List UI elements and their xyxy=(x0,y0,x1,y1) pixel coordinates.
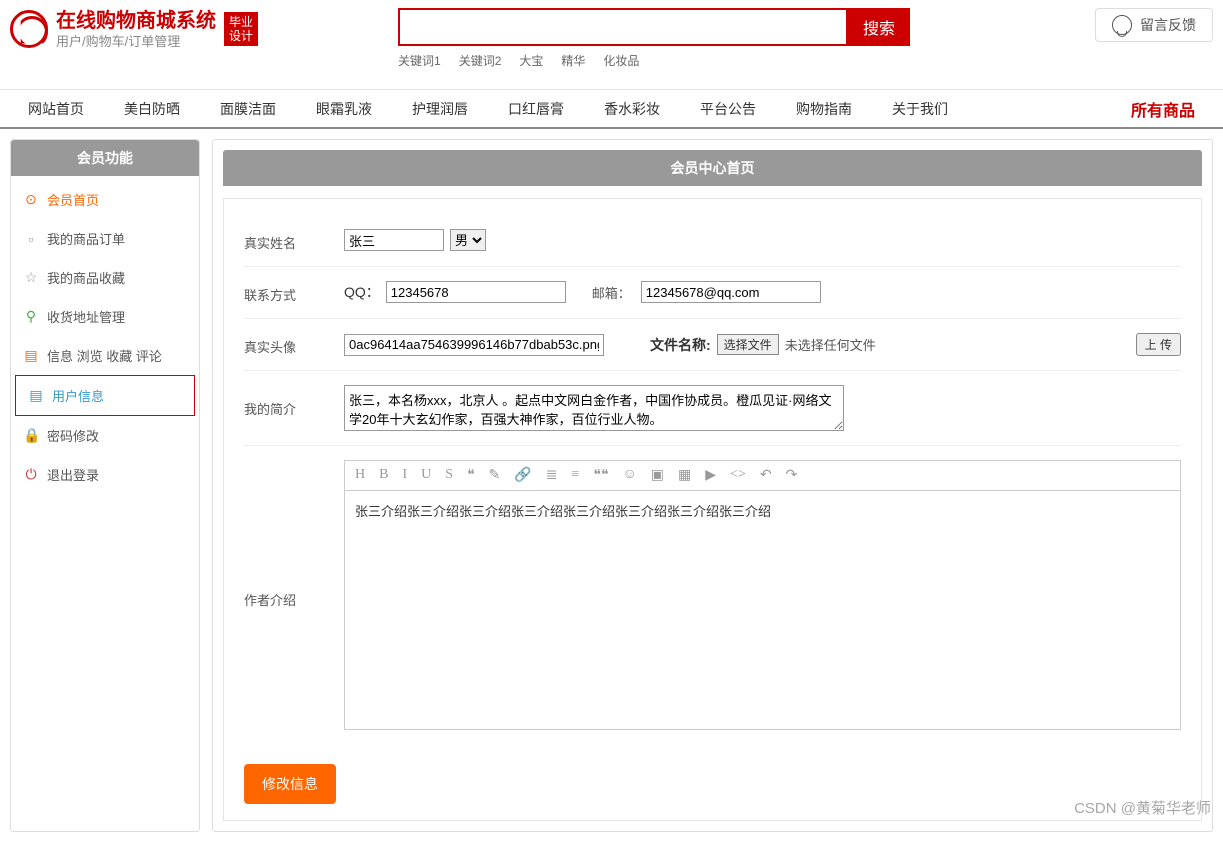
link-icon[interactable]: 🔗 xyxy=(514,467,531,484)
editor-toolbar: HBIUS ❝ ✎ 🔗 ≣ ≡ ❝❝ ☺ ▣ ▦ ▶ <> ↶ ↷ xyxy=(344,460,1181,490)
sidebar-icon: ▤ xyxy=(23,347,39,364)
nav-item[interactable]: 面膜洁面 xyxy=(200,99,296,119)
nav-all-products[interactable]: 所有商品 xyxy=(1131,97,1215,121)
italic-icon[interactable]: I xyxy=(402,467,407,484)
panel-title: 会员中心首页 xyxy=(223,150,1202,186)
site-title: 在线购物商城系统 xyxy=(56,8,216,34)
qq-input[interactable] xyxy=(386,281,566,303)
sidebar-label: 收货地址管理 xyxy=(47,307,125,326)
video-icon[interactable]: ▶ xyxy=(705,467,716,484)
sidebar-item[interactable]: ⊙ 会员首页 xyxy=(11,180,199,219)
sidebar-icon: 🔒 xyxy=(23,427,39,444)
main-nav: 网站首页美白防晒面膜洁面眼霜乳液护理润唇口红唇膏香水彩妆平台公告购物指南关于我们… xyxy=(0,89,1223,129)
sidebar-icon: ▤ xyxy=(28,387,44,404)
heading-icon[interactable]: H xyxy=(355,467,365,484)
headset-icon xyxy=(1112,15,1132,35)
name-input[interactable] xyxy=(344,229,444,251)
logo-icon xyxy=(10,10,48,48)
submit-button[interactable]: 修改信息 xyxy=(244,764,336,804)
site-subtitle: 用户/购物车/订单管理 xyxy=(56,34,216,51)
sidebar-icon: ▫ xyxy=(23,231,39,247)
no-file-text: 未选择任何文件 xyxy=(785,335,876,354)
search-area: 搜索 关键词1 关键词2 大宝 精华 化妆品 xyxy=(398,8,910,69)
sidebar-label: 我的商品收藏 xyxy=(47,268,125,287)
editor-body[interactable]: 张三介绍张三介绍张三介绍张三介绍张三介绍张三介绍张三介绍张三介绍 xyxy=(344,490,1181,730)
keyword-link[interactable]: 关键词2 xyxy=(459,54,502,68)
feedback-button[interactable]: 留言反馈 xyxy=(1095,8,1213,42)
rich-editor: HBIUS ❝ ✎ 🔗 ≣ ≡ ❝❝ ☺ ▣ ▦ ▶ <> ↶ ↷ 张三介绍张三介绍张三介绍张三介绍张三介… xyxy=(344,460,1181,730)
sidebar: 会员功能 ⊙ 会员首页 ▫ 我的商品订单 ☆ 我的商品收藏 ⚲ 收货地址管理 ▤ 信息 浏览 收藏… xyxy=(10,139,200,832)
qq-label: QQ： xyxy=(344,282,380,302)
bold-icon[interactable]: B xyxy=(379,467,388,484)
table-icon[interactable]: ▦ xyxy=(678,467,691,484)
form-area: 真实姓名 男 联系方式 QQ： 邮箱： 真实头像 xyxy=(223,198,1202,821)
sidebar-title: 会员功能 xyxy=(11,140,199,176)
sidebar-item[interactable]: 🔒 密码修改 xyxy=(11,416,199,455)
emoji-icon[interactable]: ☺ xyxy=(623,467,637,484)
keywords: 关键词1 关键词2 大宝 精华 化妆品 xyxy=(398,52,910,69)
sidebar-label: 信息 浏览 收藏 评论 xyxy=(47,346,162,365)
undo-icon[interactable]: ↶ xyxy=(760,467,772,484)
label-name: 真实姓名 xyxy=(244,229,344,252)
avatar-input[interactable] xyxy=(344,334,604,356)
nav-item[interactable]: 口红唇膏 xyxy=(488,99,584,119)
nav-item[interactable]: 购物指南 xyxy=(776,99,872,119)
sidebar-label: 密码修改 xyxy=(47,426,99,445)
underline-icon[interactable]: U xyxy=(421,467,431,484)
nav-item[interactable]: 护理润唇 xyxy=(392,99,488,119)
sidebar-item[interactable]: ⏻ 退出登录 xyxy=(11,455,199,494)
sidebar-item[interactable]: ⚲ 收货地址管理 xyxy=(11,297,199,336)
search-button[interactable]: 搜索 xyxy=(848,8,910,46)
align-icon[interactable]: ≡ xyxy=(572,467,580,484)
sidebar-icon: ⏻ xyxy=(23,466,39,483)
gender-select[interactable]: 男 xyxy=(450,229,486,251)
redo-icon[interactable]: ↷ xyxy=(786,467,798,484)
nav-item[interactable]: 香水彩妆 xyxy=(584,99,680,119)
main-panel: 会员中心首页 真实姓名 男 联系方式 QQ： 邮箱： 真实头像 xyxy=(212,139,1213,832)
upload-button[interactable]: 上 传 xyxy=(1136,333,1181,356)
list-icon[interactable]: ≣ xyxy=(546,467,558,484)
sidebar-item[interactable]: ☆ 我的商品收藏 xyxy=(11,258,199,297)
keyword-link[interactable]: 大宝 xyxy=(519,54,543,68)
label-intro: 作者介绍 xyxy=(244,460,344,609)
label-contact: 联系方式 xyxy=(244,281,344,304)
label-avatar: 真实头像 xyxy=(244,333,344,356)
nav-item[interactable]: 网站首页 xyxy=(8,99,104,119)
sidebar-icon: ⚲ xyxy=(23,308,39,325)
logo-block: 在线购物商城系统 用户/购物车/订单管理 毕业设计 xyxy=(10,8,258,51)
quote-icon[interactable]: ❝ xyxy=(467,467,475,484)
search-input[interactable] xyxy=(398,8,848,46)
nav-item[interactable]: 关于我们 xyxy=(872,99,968,119)
email-input[interactable] xyxy=(641,281,821,303)
keyword-link[interactable]: 精华 xyxy=(561,54,585,68)
feedback-label: 留言反馈 xyxy=(1140,15,1196,35)
code-icon[interactable]: <> xyxy=(730,467,746,484)
sidebar-icon: ⊙ xyxy=(23,191,39,208)
image-icon[interactable]: ▣ xyxy=(651,467,664,484)
nav-item[interactable]: 眼霜乳液 xyxy=(296,99,392,119)
nav-item[interactable]: 平台公告 xyxy=(680,99,776,119)
blockquote-icon[interactable]: ❝❝ xyxy=(593,467,608,484)
sidebar-label: 我的商品订单 xyxy=(47,229,125,248)
strike-icon[interactable]: S xyxy=(445,467,453,484)
sidebar-item[interactable]: ▤ 用户信息 xyxy=(15,375,195,416)
badge: 毕业设计 xyxy=(224,12,258,46)
keyword-link[interactable]: 化妆品 xyxy=(603,54,639,68)
sidebar-item[interactable]: ▫ 我的商品订单 xyxy=(11,219,199,258)
nav-item[interactable]: 美白防晒 xyxy=(104,99,200,119)
sidebar-label: 退出登录 xyxy=(47,465,99,484)
sidebar-label: 会员首页 xyxy=(47,190,99,209)
sidebar-icon: ☆ xyxy=(23,269,39,286)
header: 在线购物商城系统 用户/购物车/订单管理 毕业设计 搜索 关键词1 关键词2 大宝 精… xyxy=(0,0,1223,77)
keyword-link[interactable]: 关键词1 xyxy=(398,54,441,68)
file-title: 文件名称: xyxy=(650,335,711,355)
sidebar-list: ⊙ 会员首页 ▫ 我的商品订单 ☆ 我的商品收藏 ⚲ 收货地址管理 ▤ 信息 浏览 收藏 评论 ▤ 用… xyxy=(11,176,199,498)
bio-textarea[interactable] xyxy=(344,385,844,431)
sidebar-item[interactable]: ▤ 信息 浏览 收藏 评论 xyxy=(11,336,199,375)
label-bio: 我的简介 xyxy=(244,385,344,418)
choose-file-button[interactable]: 选择文件 xyxy=(717,334,779,355)
sidebar-label: 用户信息 xyxy=(52,386,104,405)
highlight-icon[interactable]: ✎ xyxy=(489,467,501,484)
email-label: 邮箱： xyxy=(592,283,631,302)
